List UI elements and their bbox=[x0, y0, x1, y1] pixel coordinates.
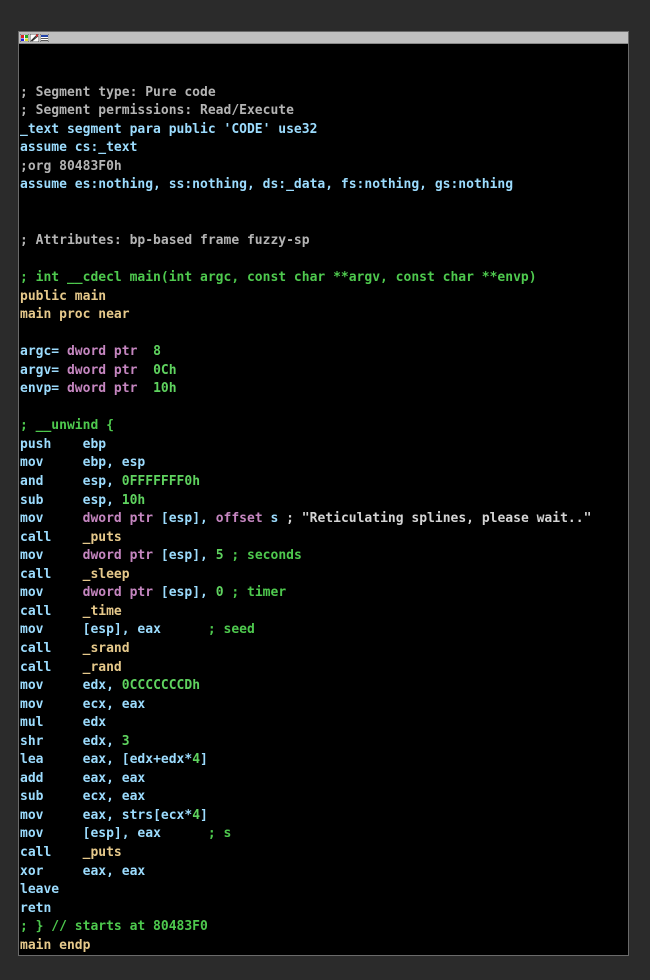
code-line[interactable]: push ebp bbox=[20, 436, 628, 455]
graph-view-icon[interactable] bbox=[20, 33, 29, 42]
code-line[interactable]: mov dword ptr [esp], 5 ; seconds bbox=[20, 547, 628, 566]
edit-icon[interactable] bbox=[30, 33, 39, 42]
code-line[interactable]: ; Segment permissions: Read/Execute bbox=[20, 102, 628, 121]
blank-line[interactable]: ​ bbox=[20, 65, 628, 84]
code-line[interactable]: argc= dword ptr 8 bbox=[20, 343, 628, 362]
code-line[interactable]: sub ecx, eax bbox=[20, 788, 628, 807]
code-line[interactable]: mov edx, 0CCCCCCCDh bbox=[20, 677, 628, 696]
blank-line[interactable]: ​ bbox=[20, 213, 628, 232]
code-line[interactable]: call _time bbox=[20, 603, 628, 622]
code-line[interactable]: mov dword ptr [esp], 0 ; timer bbox=[20, 584, 628, 603]
code-line[interactable]: ; int __cdecl main(int argc, const char … bbox=[20, 269, 628, 288]
code-line[interactable]: mov ebp, esp bbox=[20, 454, 628, 473]
code-line[interactable]: mul edx bbox=[20, 714, 628, 733]
code-line[interactable]: call _rand bbox=[20, 659, 628, 678]
hex-view-icon[interactable] bbox=[40, 33, 49, 42]
code-line[interactable]: call _puts bbox=[20, 529, 628, 548]
code-line[interactable]: call _puts bbox=[20, 844, 628, 863]
code-line[interactable]: call _srand bbox=[20, 640, 628, 659]
window-titlebar bbox=[19, 32, 628, 44]
code-line[interactable]: mov ecx, eax bbox=[20, 696, 628, 715]
code-line[interactable]: ;org 80483F0h bbox=[20, 158, 628, 177]
blank-line[interactable]: ​ bbox=[20, 399, 628, 418]
disassembly-window: ​; Segment type: Pure code; Segment perm… bbox=[18, 31, 629, 956]
code-line[interactable]: retn bbox=[20, 900, 628, 919]
code-line[interactable]: assume cs:_text bbox=[20, 139, 628, 158]
code-line[interactable]: _text segment para public 'CODE' use32 bbox=[20, 121, 628, 140]
code-line[interactable]: leave bbox=[20, 881, 628, 900]
code-line[interactable]: public main bbox=[20, 288, 628, 307]
blank-line[interactable]: ​ bbox=[20, 325, 628, 344]
code-line[interactable]: ; } // starts at 80483F0 bbox=[20, 918, 628, 937]
blank-line[interactable]: ​ bbox=[20, 250, 628, 269]
code-line[interactable]: main endp bbox=[20, 937, 628, 956]
code-line[interactable]: sub esp, 10h bbox=[20, 492, 628, 511]
code-line[interactable]: and esp, 0FFFFFFF0h bbox=[20, 473, 628, 492]
blank-line[interactable]: ​ bbox=[20, 195, 628, 214]
code-line[interactable]: call _sleep bbox=[20, 566, 628, 585]
code-line[interactable]: mov [esp], eax ; seed bbox=[20, 621, 628, 640]
code-line[interactable]: mov dword ptr [esp], offset s ; "Reticul… bbox=[20, 510, 628, 529]
code-line[interactable]: ; __unwind { bbox=[20, 417, 628, 436]
disassembly-listing[interactable]: ​; Segment type: Pure code; Segment perm… bbox=[20, 65, 628, 955]
code-line[interactable]: mov eax, strs[ecx*4] bbox=[20, 807, 628, 826]
code-line[interactable]: add eax, eax bbox=[20, 770, 628, 789]
code-line[interactable]: assume es:nothing, ss:nothing, ds:_data,… bbox=[20, 176, 628, 195]
code-line[interactable]: main proc near bbox=[20, 306, 628, 325]
code-line[interactable]: ; Attributes: bp-based frame fuzzy-sp bbox=[20, 232, 628, 251]
code-line[interactable]: envp= dword ptr 10h bbox=[20, 380, 628, 399]
code-line[interactable]: lea eax, [edx+edx*4] bbox=[20, 751, 628, 770]
code-line[interactable]: argv= dword ptr 0Ch bbox=[20, 362, 628, 381]
code-line[interactable]: xor eax, eax bbox=[20, 863, 628, 882]
code-line[interactable]: shr edx, 3 bbox=[20, 733, 628, 752]
code-line[interactable]: mov [esp], eax ; s bbox=[20, 825, 628, 844]
code-line[interactable]: ; Segment type: Pure code bbox=[20, 84, 628, 103]
